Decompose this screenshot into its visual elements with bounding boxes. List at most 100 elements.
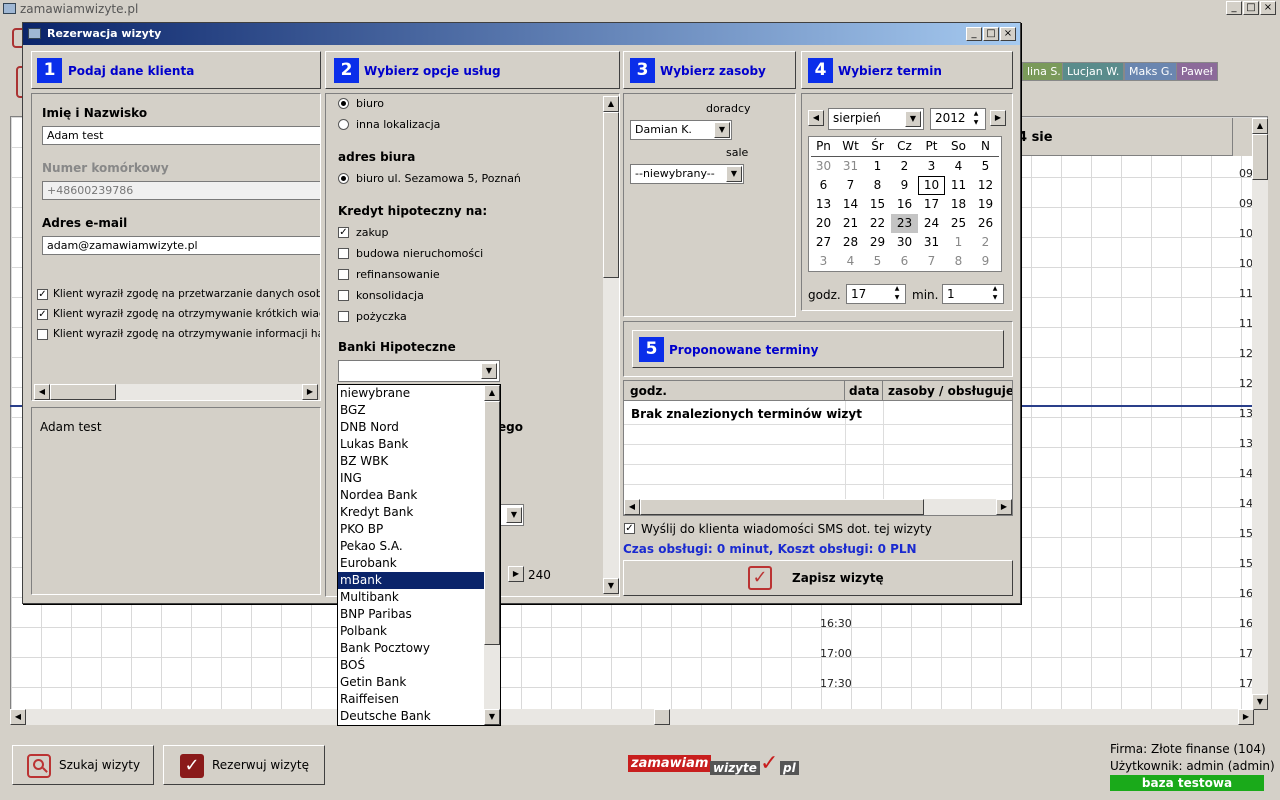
calendar-day[interactable]: 4 (945, 157, 972, 176)
scroll-up-icon[interactable]: ▲ (1252, 118, 1268, 134)
calendar-day[interactable]: 7 (918, 252, 945, 271)
calendar-day[interactable]: 25 (945, 214, 972, 233)
scroll-thumb[interactable] (1252, 134, 1268, 180)
scroll-up-icon[interactable]: ▲ (484, 385, 500, 401)
bank-option[interactable]: BOŚ (338, 657, 484, 674)
calendar-day[interactable]: 3 (810, 252, 837, 271)
resource-chip[interactable]: Paweł (1176, 62, 1218, 81)
scroll-left-icon[interactable]: ◀ (624, 499, 640, 515)
resource-chip[interactable]: lina S. (1022, 62, 1066, 81)
bank-option[interactable]: mBank (338, 572, 484, 589)
advisor-select[interactable]: Damian K. ▼ (630, 120, 732, 140)
year-spinner[interactable]: 2012 ▲ ▼ (930, 108, 986, 130)
location-radio[interactable] (338, 119, 349, 130)
calendar-day[interactable]: 8 (945, 252, 972, 271)
calendar-day[interactable]: 18 (945, 195, 972, 214)
scroll-thumb[interactable] (50, 384, 116, 400)
mortgage-checkbox[interactable] (338, 269, 349, 280)
scroll-right-icon[interactable]: ▶ (996, 499, 1012, 515)
month-select[interactable]: sierpień ▼ (828, 108, 924, 130)
bank-option[interactable]: Kredyt Bank (338, 504, 484, 521)
chevron-down-icon[interactable]: ▼ (481, 363, 497, 379)
calendar-scrollbar-h[interactable]: ◀ ▶ (10, 709, 1254, 725)
bank-option[interactable]: Bank Pocztowy (338, 640, 484, 657)
chevron-down-icon[interactable]: ▼ (726, 166, 742, 182)
banks-scrollbar-v[interactable]: ▲ ▼ (484, 385, 500, 725)
email-input[interactable]: adam@zamawiamwizyte.pl (42, 236, 320, 255)
mortgage-checkbox[interactable] (338, 248, 349, 259)
bank-option[interactable]: Deutsche Bank (338, 708, 484, 725)
phone-input[interactable]: +48600239786 (42, 181, 320, 200)
bank-option[interactable]: Eurobank (338, 555, 484, 572)
sms-checkbox[interactable]: ✓ (624, 523, 635, 534)
calendar-day[interactable]: 12 (972, 176, 999, 195)
next-month-icon[interactable]: ▶ (990, 110, 1006, 126)
calendar-day[interactable]: 24 (918, 214, 945, 233)
scroll-down-icon[interactable]: ▼ (1252, 694, 1268, 710)
calendar-day[interactable]: 30 (810, 157, 837, 176)
calendar-day[interactable]: 10 (918, 176, 945, 195)
bank-option[interactable]: Pekao S.A. (338, 538, 484, 555)
proposed-scrollbar-h[interactable]: ◀ ▶ (624, 499, 1012, 515)
spin-down-icon[interactable]: ▼ (969, 119, 983, 128)
prev-month-icon[interactable]: ◀ (808, 110, 824, 126)
scroll-right-icon[interactable]: ▶ (302, 384, 318, 400)
bank-option[interactable]: niewybrane (338, 385, 484, 402)
calendar-day[interactable]: 31 (918, 233, 945, 252)
resource-chip[interactable]: Lucjan W. (1062, 62, 1125, 81)
consent-checkbox[interactable]: ✓ (37, 289, 48, 300)
col-hour[interactable]: godz. (624, 381, 845, 401)
bank-option[interactable]: ING (338, 470, 484, 487)
minute-spinner[interactable]: 1 ▲ ▼ (942, 284, 1004, 304)
consent-checkbox[interactable]: ✓ (37, 309, 48, 320)
spin-up-icon[interactable]: ▲ (989, 285, 1001, 294)
calendar-day[interactable]: 1 (864, 157, 891, 176)
calendar-day[interactable]: 5 (972, 157, 999, 176)
client-notes[interactable]: Adam test (31, 407, 321, 595)
close-icon[interactable]: × (1260, 1, 1276, 15)
mortgage-checkbox[interactable] (338, 290, 349, 301)
calendar-day[interactable]: 3 (918, 157, 945, 176)
calendar-day[interactable]: 16 (891, 195, 918, 214)
calendar-day[interactable]: 15 (864, 195, 891, 214)
scroll-up-icon[interactable]: ▲ (603, 96, 619, 112)
bank-option[interactable]: Raiffeisen (338, 691, 484, 708)
calendar-day[interactable]: 27 (810, 233, 837, 252)
scroll-down-icon[interactable]: ▼ (484, 709, 500, 725)
scroll-thumb[interactable] (484, 401, 500, 645)
office-address-radio[interactable] (338, 173, 349, 184)
calendar-day[interactable]: 4 (837, 252, 864, 271)
bank-option[interactable]: BNP Paribas (338, 606, 484, 623)
calendar-day[interactable]: 2 (891, 157, 918, 176)
calendar-day[interactable]: 9 (972, 252, 999, 271)
chevron-down-icon[interactable]: ▼ (506, 507, 522, 523)
bank-option[interactable]: DNB Nord (338, 419, 484, 436)
calendar-day[interactable]: 26 (972, 214, 999, 233)
bank-option[interactable]: Getin Bank (338, 674, 484, 691)
scroll-down-icon[interactable]: ▼ (603, 578, 619, 594)
spin-down-icon[interactable]: ▼ (989, 294, 1001, 303)
maximize-icon[interactable]: □ (1243, 1, 1259, 15)
minimize-icon[interactable]: _ (1226, 1, 1242, 15)
calendar-day[interactable]: 1 (945, 233, 972, 252)
consent-checkbox[interactable] (37, 329, 48, 340)
bank-option[interactable]: BGZ (338, 402, 484, 419)
chevron-down-icon[interactable]: ▼ (905, 111, 921, 127)
options-scrollbar-v[interactable]: ▲ ▼ (603, 96, 619, 594)
resource-chip[interactable]: Maks G. (1124, 62, 1178, 81)
scroll-thumb[interactable] (640, 499, 924, 515)
calendar-day[interactable]: 31 (837, 157, 864, 176)
location-radio[interactable] (338, 98, 349, 109)
bank-option[interactable]: PKO BP (338, 521, 484, 538)
calendar-day[interactable]: 17 (918, 195, 945, 214)
calendar-day[interactable]: 11 (945, 176, 972, 195)
banks-select[interactable]: ▼ (338, 360, 500, 382)
spin-up-icon[interactable]: ▲ (969, 110, 983, 119)
calendar-day[interactable]: 30 (891, 233, 918, 252)
col-resources[interactable]: zasoby / obsługuje (883, 381, 1012, 401)
spin-up-icon[interactable]: ▲ (891, 285, 903, 294)
client-scrollbar-h[interactable]: ◀ ▶ (34, 384, 318, 400)
dialog-minimize-icon[interactable]: _ (966, 27, 982, 41)
room-select[interactable]: --niewybrany-- ▼ (630, 164, 744, 184)
mortgage-checkbox[interactable] (338, 311, 349, 322)
